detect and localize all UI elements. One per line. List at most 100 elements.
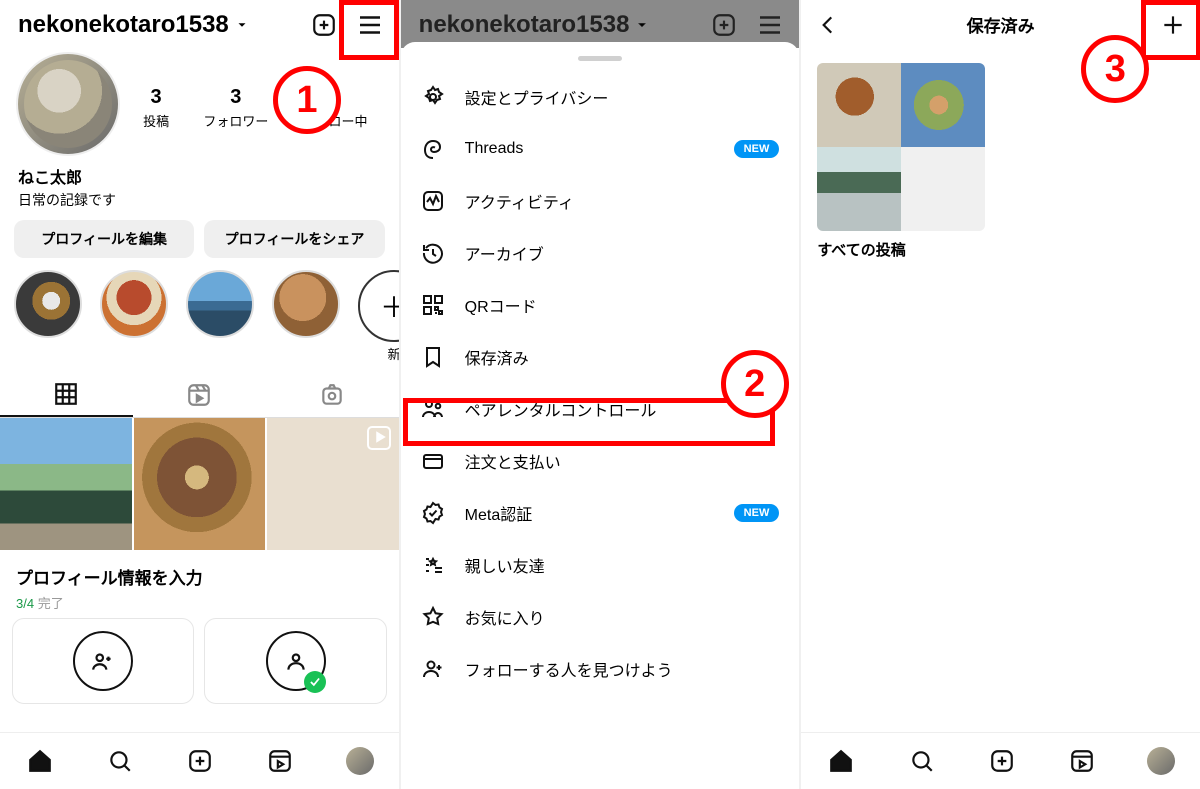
chevron-down-icon: [235, 18, 249, 32]
screen-profile: nekonekotaro1538 1 3 投稿 3 フォロ: [0, 0, 399, 789]
page-title: 保存済み: [967, 12, 1035, 37]
chevron-left-icon: [815, 12, 841, 38]
reels-icon: [186, 382, 212, 408]
verified-icon: [421, 501, 445, 525]
post-tile[interactable]: [134, 418, 266, 550]
bookmark-icon: [421, 345, 445, 369]
collection-thumbnail: [817, 63, 985, 231]
menu-favorites[interactable]: お気に入り: [401, 591, 800, 643]
menu-verified[interactable]: Meta認証NEW: [401, 487, 800, 539]
progress-count: 3/4: [16, 596, 34, 611]
username-dropdown[interactable]: nekonekotaro1538: [18, 11, 249, 39]
nav-home[interactable]: [826, 746, 856, 776]
plus-square-icon: [711, 12, 737, 38]
posts-grid: [0, 418, 399, 550]
dimmed-profile-header: nekonekotaro1538: [401, 0, 800, 48]
post-tile[interactable]: [0, 418, 132, 550]
reels-badge-icon: [370, 427, 390, 452]
menu-button: [755, 10, 785, 40]
annotation-number-2: 2: [721, 350, 789, 418]
sheet-grabber[interactable]: [578, 56, 622, 61]
stat-followers[interactable]: 3 フォロワー: [203, 86, 268, 130]
tab-grid[interactable]: [0, 373, 133, 417]
edit-profile-button[interactable]: プロフィールを編集: [14, 220, 194, 258]
menu-discover[interactable]: フォローする人を見つけよう: [401, 643, 800, 695]
qr-icon: [421, 293, 445, 317]
threads-icon: [421, 137, 445, 161]
collection-label: すべての投稿: [817, 239, 985, 260]
back-button[interactable]: [813, 10, 843, 40]
plus-square-icon: [989, 748, 1015, 774]
screen-menu-sheet: nekonekotaro1538 設定とプライバシー ThreadsNEW アク…: [399, 0, 800, 789]
progress-suffix: 完了: [34, 596, 64, 611]
saved-header: 保存済み: [801, 0, 1200, 49]
tab-reels[interactable]: [133, 373, 266, 417]
nav-create[interactable]: [987, 746, 1017, 776]
nav-home[interactable]: [25, 746, 55, 776]
annotation-number-1: 1: [273, 66, 341, 134]
search-icon: [107, 748, 133, 774]
tab-tagged[interactable]: [266, 373, 399, 417]
suggestion-card[interactable]: [12, 618, 194, 704]
share-profile-button[interactable]: プロフィールをシェア: [204, 220, 384, 258]
nav-reels[interactable]: [1067, 746, 1097, 776]
hamburger-icon: [755, 10, 785, 40]
annotation-number-3: 3: [1081, 35, 1149, 103]
checkmark-badge: [304, 671, 326, 693]
nav-profile[interactable]: [346, 747, 374, 775]
home-icon: [27, 748, 53, 774]
grid-icon: [53, 381, 79, 407]
profile-tabs: [0, 373, 399, 418]
stat-posts[interactable]: 3 投稿: [143, 86, 169, 130]
tagged-icon: [319, 382, 345, 408]
avatar[interactable]: [16, 52, 120, 156]
nav-create[interactable]: [185, 746, 215, 776]
chevron-down-icon: [635, 18, 649, 32]
menu-qr[interactable]: QRコード: [401, 279, 800, 331]
story-highlights: ＋ 新: [0, 270, 399, 373]
bottom-sheet: 設定とプライバシー ThreadsNEW アクティビティ アーカイブ QRコード…: [401, 42, 800, 789]
info-title: プロフィール情報を入力: [16, 564, 383, 589]
plus-square-icon: [187, 748, 213, 774]
add-story-highlight[interactable]: ＋: [358, 270, 399, 342]
home-icon: [828, 748, 854, 774]
person-icon: [283, 648, 309, 674]
avatar-thumb: [1147, 747, 1175, 775]
menu-archive[interactable]: アーカイブ: [401, 227, 800, 279]
search-icon: [909, 748, 935, 774]
story-highlight[interactable]: [100, 270, 168, 338]
annotation-box-3: [1141, 0, 1200, 60]
collection-all-posts[interactable]: すべての投稿: [817, 63, 985, 260]
post-tile[interactable]: [267, 418, 399, 550]
menu-settings[interactable]: 設定とプライバシー: [401, 71, 800, 123]
menu-activity[interactable]: アクティビティ: [401, 175, 800, 227]
bottom-nav: [0, 732, 399, 789]
archive-icon: [421, 241, 445, 265]
screen-saved: 保存済み 3 すべての投稿: [799, 0, 1200, 789]
menu-close-friends[interactable]: 親しい友達: [401, 539, 800, 591]
plus-square-icon: [311, 12, 337, 38]
profile-info-prompt: プロフィール情報を入力 3/4 完了: [0, 550, 399, 618]
story-highlight[interactable]: [186, 270, 254, 338]
suggestion-card[interactable]: [204, 618, 386, 704]
nav-search[interactable]: [907, 746, 937, 776]
nav-profile[interactable]: [1147, 747, 1175, 775]
reels-icon: [267, 748, 293, 774]
activity-icon: [421, 189, 445, 213]
people-icon: [90, 648, 116, 674]
story-highlight[interactable]: [272, 270, 340, 338]
stats-row: 3 投稿 3 フォロワー 4 フォロー中: [126, 52, 385, 156]
add-person-icon: [421, 657, 445, 681]
menu-threads[interactable]: ThreadsNEW: [401, 123, 800, 175]
story-highlight[interactable]: [14, 270, 82, 338]
new-badge: NEW: [734, 140, 780, 158]
nav-reels[interactable]: [265, 746, 295, 776]
create-button[interactable]: [309, 10, 339, 40]
username: nekonekotaro1538: [419, 11, 630, 39]
list-star-icon: [421, 553, 445, 577]
annotation-box-1: [339, 0, 399, 60]
star-icon: [421, 605, 445, 629]
create-button: [709, 10, 739, 40]
display-name: ねこ太郎: [0, 158, 399, 188]
nav-search[interactable]: [105, 746, 135, 776]
